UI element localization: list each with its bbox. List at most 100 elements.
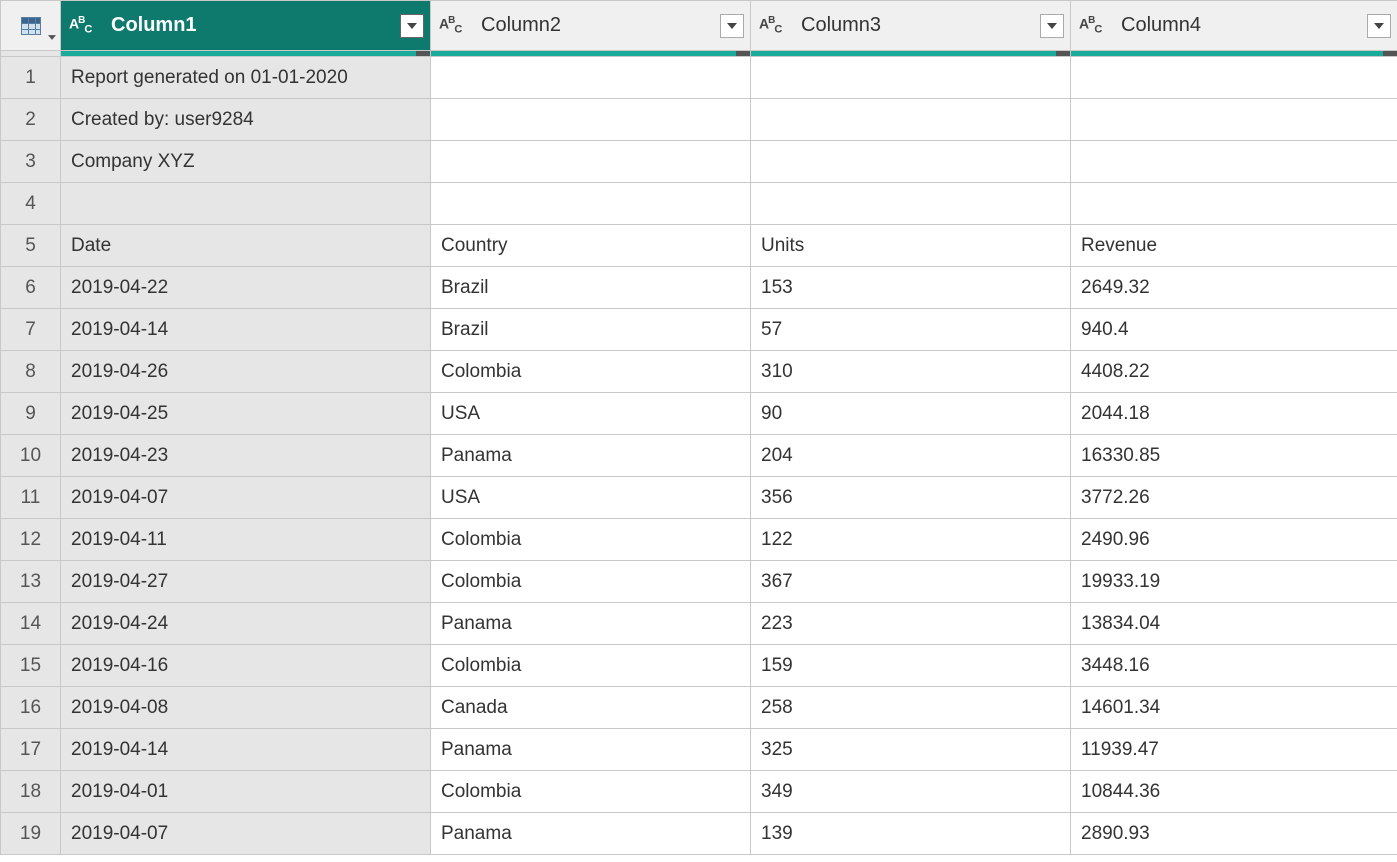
cell[interactable]: 139 xyxy=(751,813,1071,855)
cell[interactable]: 223 xyxy=(751,603,1071,645)
cell[interactable]: Report generated on 01-01-2020 xyxy=(61,57,431,99)
cell[interactable]: 2019-04-16 xyxy=(61,645,431,687)
table-row[interactable]: 3Company XYZ xyxy=(1,141,1397,183)
cell[interactable]: 90 xyxy=(751,393,1071,435)
table-row[interactable]: 1Report generated on 01-01-2020 xyxy=(1,57,1397,99)
cell[interactable]: Panama xyxy=(431,603,751,645)
cell[interactable]: Created by: user9284 xyxy=(61,99,431,141)
cell[interactable]: 57 xyxy=(751,309,1071,351)
row-number[interactable]: 13 xyxy=(1,561,61,603)
cell[interactable]: 19933.19 xyxy=(1071,561,1397,603)
cell[interactable]: 153 xyxy=(751,267,1071,309)
cell[interactable]: 11939.47 xyxy=(1071,729,1397,771)
cell[interactable] xyxy=(431,57,751,99)
table-row[interactable]: 152019-04-16Colombia1593448.16 xyxy=(1,645,1397,687)
cell[interactable] xyxy=(431,141,751,183)
cell[interactable]: 13834.04 xyxy=(1071,603,1397,645)
table-row[interactable]: 132019-04-27Colombia36719933.19 xyxy=(1,561,1397,603)
cell[interactable]: 325 xyxy=(751,729,1071,771)
row-number[interactable]: 15 xyxy=(1,645,61,687)
table-row[interactable]: 5DateCountryUnitsRevenue xyxy=(1,225,1397,267)
cell[interactable]: Units xyxy=(751,225,1071,267)
cell[interactable] xyxy=(1071,141,1397,183)
row-number[interactable]: 7 xyxy=(1,309,61,351)
table-row[interactable]: 4 xyxy=(1,183,1397,225)
cell[interactable]: 310 xyxy=(751,351,1071,393)
cell[interactable]: 3772.26 xyxy=(1071,477,1397,519)
cell[interactable]: USA xyxy=(431,477,751,519)
cell[interactable]: 122 xyxy=(751,519,1071,561)
cell[interactable]: 2019-04-14 xyxy=(61,729,431,771)
cell[interactable]: 367 xyxy=(751,561,1071,603)
cell[interactable]: Panama xyxy=(431,813,751,855)
cell[interactable]: 204 xyxy=(751,435,1071,477)
cell[interactable]: Country xyxy=(431,225,751,267)
cell[interactable]: 2019-04-01 xyxy=(61,771,431,813)
cell[interactable]: 2044.18 xyxy=(1071,393,1397,435)
table-row[interactable]: 192019-04-07Panama1392890.93 xyxy=(1,813,1397,855)
table-row[interactable]: 112019-04-07USA3563772.26 xyxy=(1,477,1397,519)
row-number[interactable]: 9 xyxy=(1,393,61,435)
table-row[interactable]: 62019-04-22Brazil1532649.32 xyxy=(1,267,1397,309)
cell[interactable]: Colombia xyxy=(431,561,751,603)
row-number[interactable]: 4 xyxy=(1,183,61,225)
cell[interactable]: 2019-04-07 xyxy=(61,813,431,855)
cell[interactable]: 258 xyxy=(751,687,1071,729)
row-number[interactable]: 10 xyxy=(1,435,61,477)
cell[interactable]: 4408.22 xyxy=(1071,351,1397,393)
cell[interactable] xyxy=(1071,183,1397,225)
data-preview-table[interactable]: ABC Column1 ABC Column2 AB xyxy=(0,0,1397,855)
cell[interactable]: Canada xyxy=(431,687,751,729)
cell[interactable] xyxy=(1071,57,1397,99)
table-row[interactable]: 142019-04-24Panama22313834.04 xyxy=(1,603,1397,645)
table-row[interactable]: 82019-04-26Colombia3104408.22 xyxy=(1,351,1397,393)
cell[interactable] xyxy=(751,57,1071,99)
cell[interactable] xyxy=(1071,99,1397,141)
row-number[interactable]: 18 xyxy=(1,771,61,813)
cell[interactable] xyxy=(751,99,1071,141)
row-number[interactable]: 19 xyxy=(1,813,61,855)
table-row[interactable]: 182019-04-01Colombia34910844.36 xyxy=(1,771,1397,813)
cell[interactable]: 356 xyxy=(751,477,1071,519)
cell[interactable]: 2019-04-14 xyxy=(61,309,431,351)
row-number[interactable]: 3 xyxy=(1,141,61,183)
cell[interactable]: 2490.96 xyxy=(1071,519,1397,561)
table-row[interactable]: 122019-04-11Colombia1222490.96 xyxy=(1,519,1397,561)
cell[interactable]: Colombia xyxy=(431,351,751,393)
table-row[interactable]: 102019-04-23Panama20416330.85 xyxy=(1,435,1397,477)
cell[interactable] xyxy=(751,141,1071,183)
cell[interactable]: 2019-04-24 xyxy=(61,603,431,645)
cell[interactable]: Colombia xyxy=(431,771,751,813)
cell[interactable] xyxy=(431,183,751,225)
cell[interactable]: Revenue xyxy=(1071,225,1397,267)
cell[interactable]: 2019-04-08 xyxy=(61,687,431,729)
row-number[interactable]: 1 xyxy=(1,57,61,99)
cell[interactable]: Date xyxy=(61,225,431,267)
table-row[interactable]: 162019-04-08Canada25814601.34 xyxy=(1,687,1397,729)
cell[interactable]: 2019-04-22 xyxy=(61,267,431,309)
table-row[interactable]: 172019-04-14Panama32511939.47 xyxy=(1,729,1397,771)
filter-button[interactable] xyxy=(1367,14,1391,38)
cell[interactable]: Brazil xyxy=(431,309,751,351)
cell[interactable]: Colombia xyxy=(431,645,751,687)
cell[interactable]: 3448.16 xyxy=(1071,645,1397,687)
table-row[interactable]: 72019-04-14Brazil57940.4 xyxy=(1,309,1397,351)
cell[interactable] xyxy=(61,183,431,225)
cell[interactable]: 10844.36 xyxy=(1071,771,1397,813)
cell[interactable]: 14601.34 xyxy=(1071,687,1397,729)
cell[interactable]: 2019-04-11 xyxy=(61,519,431,561)
row-number[interactable]: 5 xyxy=(1,225,61,267)
filter-button[interactable] xyxy=(720,14,744,38)
cell[interactable] xyxy=(751,183,1071,225)
cell[interactable]: 2019-04-23 xyxy=(61,435,431,477)
cell[interactable]: Panama xyxy=(431,729,751,771)
row-number[interactable]: 14 xyxy=(1,603,61,645)
cell[interactable]: USA xyxy=(431,393,751,435)
cell[interactable]: 2019-04-27 xyxy=(61,561,431,603)
row-number[interactable]: 16 xyxy=(1,687,61,729)
cell[interactable]: Brazil xyxy=(431,267,751,309)
table-row[interactable]: 2Created by: user9284 xyxy=(1,99,1397,141)
table-row[interactable]: 92019-04-25USA902044.18 xyxy=(1,393,1397,435)
row-number[interactable]: 6 xyxy=(1,267,61,309)
column-header-column2[interactable]: ABC Column2 xyxy=(431,1,751,51)
